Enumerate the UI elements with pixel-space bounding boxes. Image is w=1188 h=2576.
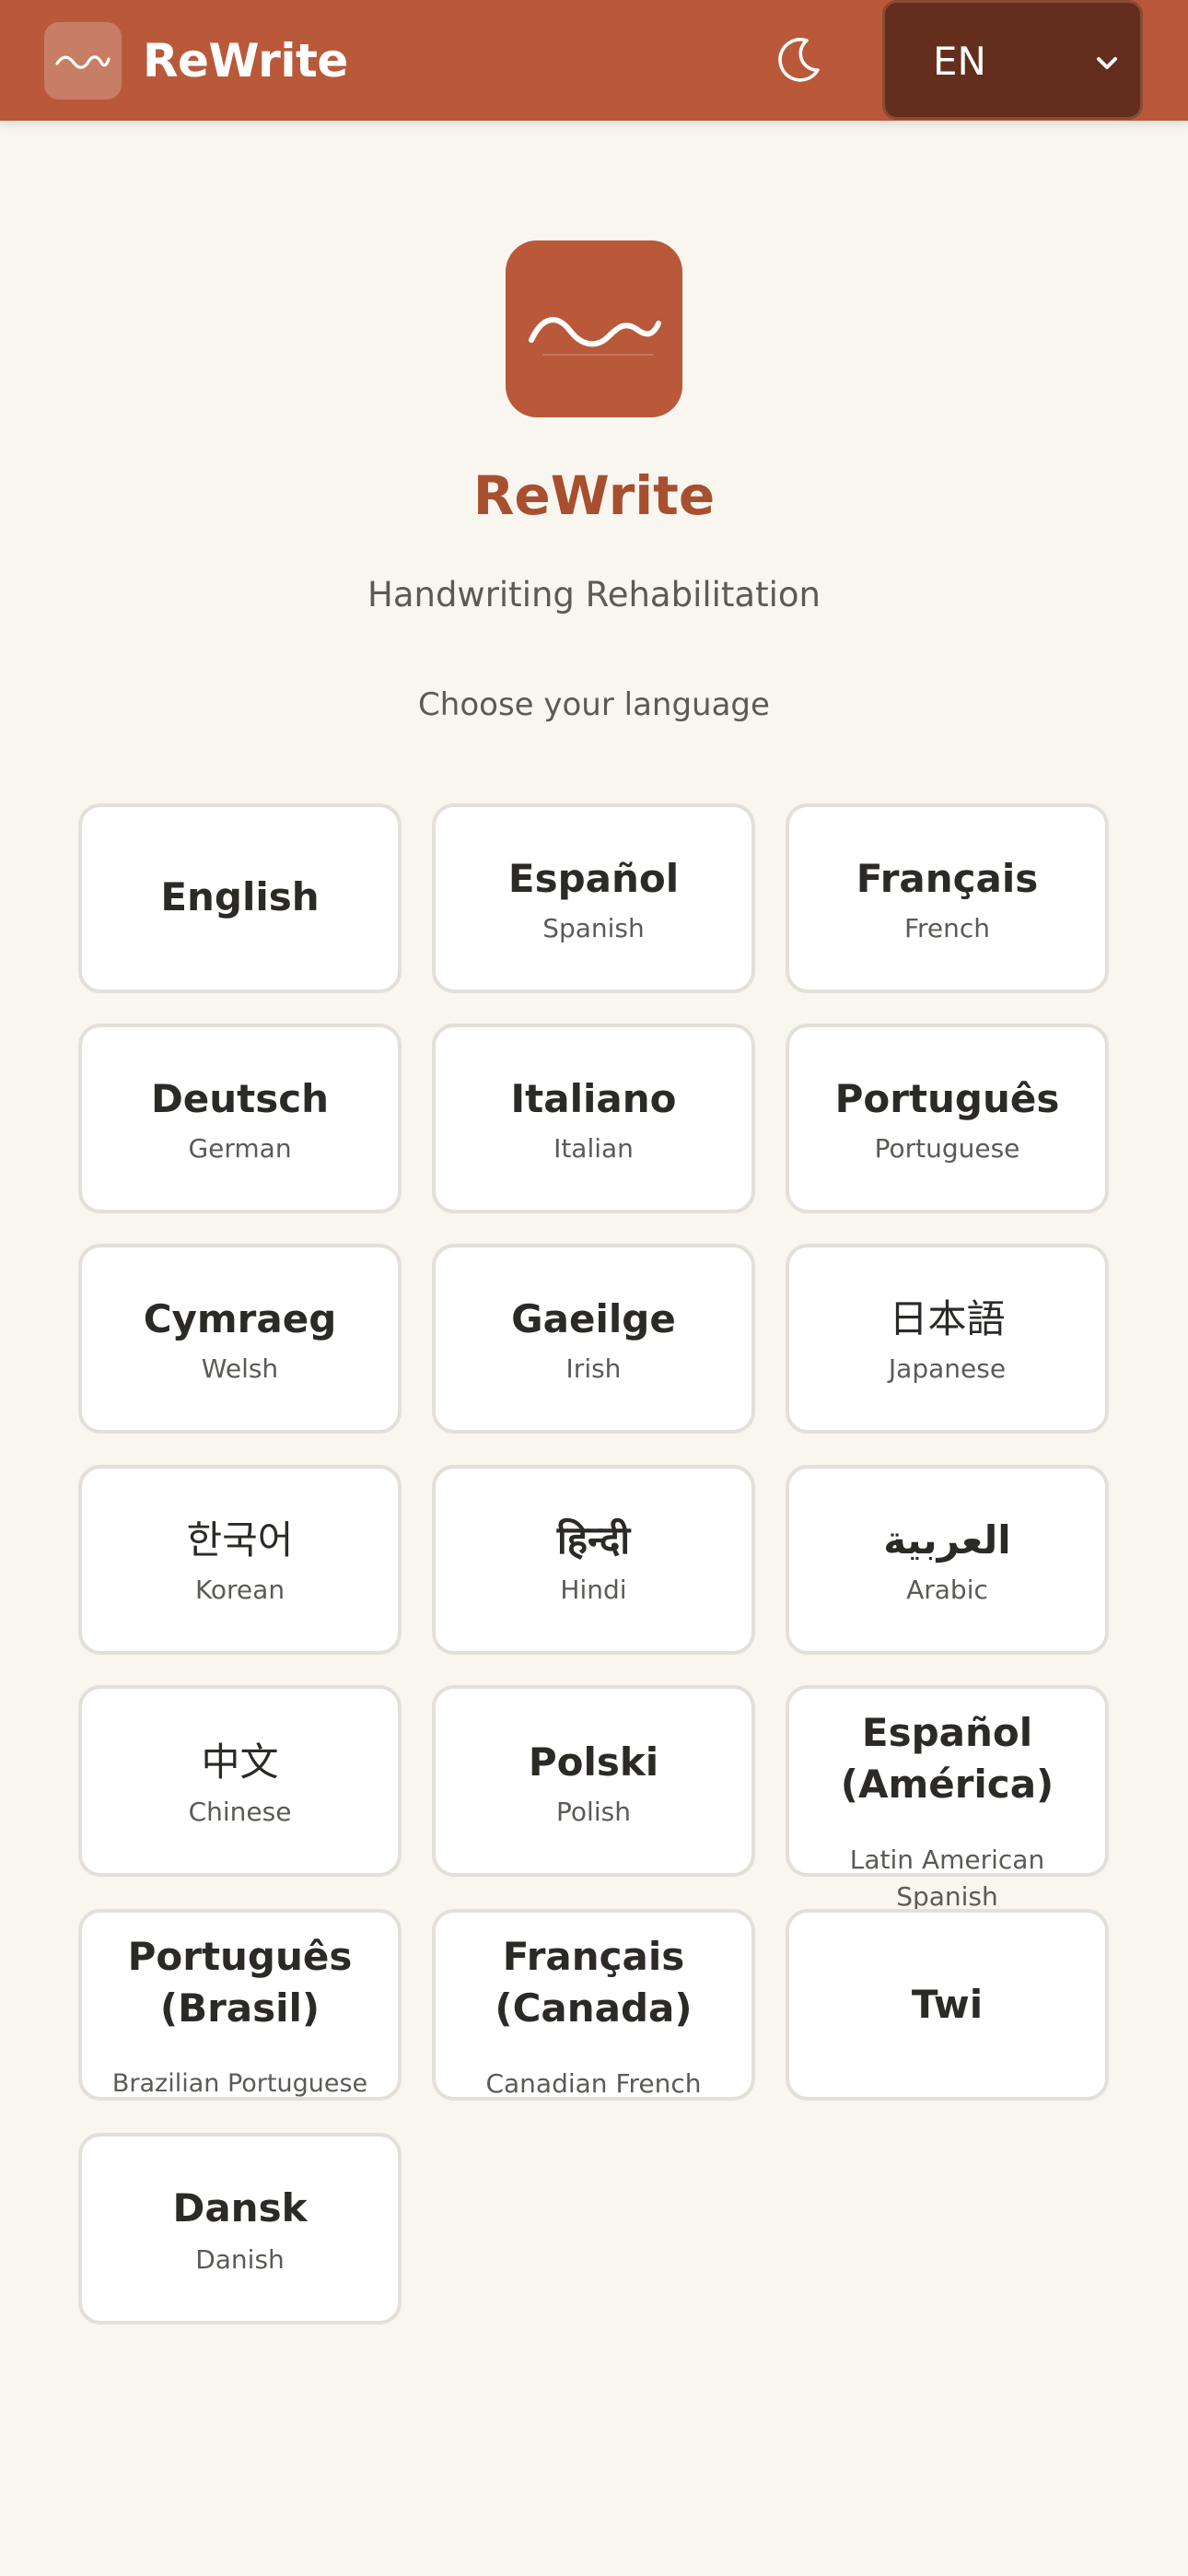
language-name: العربية	[883, 1517, 1011, 1563]
language-card-japanese[interactable]: 日本語 Japanese	[786, 1244, 1109, 1434]
language-select[interactable]: EN	[882, 0, 1143, 120]
moon-icon[interactable]	[770, 33, 825, 88]
language-name: 한국어	[186, 1517, 294, 1563]
language-english-name: Portuguese	[874, 1133, 1020, 1164]
language-name: 日本語	[889, 1296, 1006, 1341]
language-name: Dansk	[172, 2185, 308, 2231]
language-name: Português	[834, 1076, 1060, 1121]
language-english-name: Irish	[565, 1353, 622, 1384]
language-card-german[interactable]: Deutsch German	[78, 1024, 402, 1213]
language-name: Cymraeg	[143, 1296, 337, 1341]
language-card-arabic[interactable]: العربية Arabic	[786, 1465, 1109, 1655]
app-name: ReWrite	[143, 34, 348, 88]
language-card-chinese[interactable]: 中文 Chinese	[78, 1685, 402, 1877]
language-english-name: Korean	[194, 1575, 285, 1605]
language-name: Italiano	[510, 1076, 677, 1121]
language-name: 中文	[201, 1739, 279, 1785]
language-card-brazilian-portuguese[interactable]: Português (Brasil) Brazilian Portuguese	[78, 1909, 402, 2101]
language-english-name: Italian	[553, 1133, 634, 1164]
language-english-name: German	[188, 1133, 292, 1164]
chevron-down-icon	[1092, 49, 1122, 78]
language-card-latin-american-spanish[interactable]: Español (América) Latin American Spanish	[786, 1685, 1109, 1912]
language-name: Deutsch	[150, 1076, 330, 1121]
language-english-name: Japanese	[888, 1353, 1007, 1384]
language-name: Polski	[528, 1739, 659, 1785]
language-english-name: Danish	[195, 2244, 285, 2275]
language-card-danish[interactable]: Dansk Danish	[78, 2133, 402, 2324]
language-name: हिन्दी	[556, 1517, 631, 1563]
page-title: ReWrite	[472, 464, 716, 527]
language-card-twi[interactable]: Twi	[786, 1909, 1109, 2101]
page-subtitle: Handwriting Rehabilitation	[367, 575, 821, 615]
language-english-name: Latin American Spanish	[849, 1844, 1045, 1912]
language-english-name: Canadian French	[485, 2068, 702, 2099]
language-english-name: Chinese	[188, 1797, 292, 1827]
language-name: Français	[856, 856, 1039, 901]
language-card-spanish[interactable]: Español Spanish	[432, 803, 755, 993]
language-card-welsh[interactable]: Cymraeg Welsh	[78, 1244, 402, 1434]
language-card-english[interactable]: English	[78, 803, 402, 993]
language-card-canadian-french[interactable]: Français (Canada) Canadian French	[432, 1909, 755, 2101]
language-select-value: EN	[933, 39, 986, 84]
choose-language-label: Choose your language	[418, 686, 770, 723]
language-english-name: French	[903, 913, 991, 943]
language-card-korean[interactable]: 한국어 Korean	[78, 1465, 402, 1655]
language-card-portuguese[interactable]: Português Portuguese	[786, 1024, 1109, 1213]
language-name: English	[160, 874, 320, 919]
language-english-name: Hindi	[560, 1575, 627, 1605]
language-name: Español (América)	[840, 1710, 1054, 1807]
language-card-hindi[interactable]: हिन्दी Hindi	[432, 1465, 755, 1655]
language-name: Gaeilge	[511, 1296, 676, 1341]
language-english-name: Welsh	[201, 1353, 279, 1384]
top-app-bar: ReWrite EN	[0, 0, 1188, 121]
language-card-polish[interactable]: Polski Polish	[432, 1685, 755, 1877]
language-card-italian[interactable]: Italiano Italian	[432, 1024, 755, 1213]
language-card-irish[interactable]: Gaeilge Irish	[432, 1244, 755, 1434]
language-name: Español	[507, 856, 680, 901]
signature-wave-icon	[44, 22, 122, 100]
language-card-french[interactable]: Français French	[786, 803, 1109, 993]
language-name: Français (Canada)	[495, 1934, 693, 2031]
language-name: Twi	[911, 1982, 984, 2027]
language-english-name: Spanish	[542, 913, 645, 943]
language-english-name: Arabic	[906, 1575, 988, 1605]
language-english-name: Polish	[556, 1797, 631, 1827]
signature-wave-icon	[506, 240, 682, 417]
language-english-name: Brazilian Portuguese	[111, 2069, 368, 2098]
language-name: Português (Brasil)	[127, 1934, 353, 2031]
